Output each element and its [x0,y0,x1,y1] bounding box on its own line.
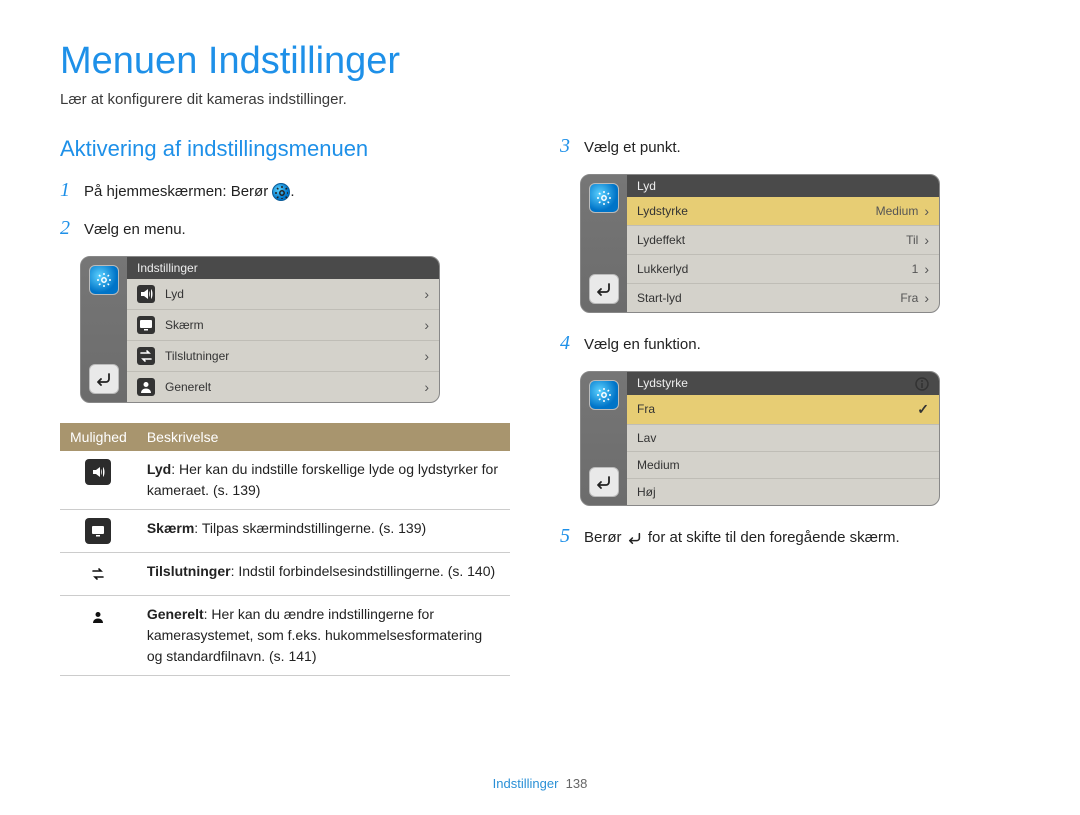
option-value: 1 [912,262,919,276]
option-label: Lukkerlyd [637,262,688,276]
step-3: 3 Vælg et punkt. [560,136,1010,158]
choice-label: Lav [637,431,656,445]
device-back-button[interactable] [589,467,619,497]
step-number: 3 [560,136,574,156]
chevron-icon: › [424,379,429,395]
check-icon: ✓ [917,401,929,418]
step-number: 4 [560,333,574,353]
choice-label: Fra [637,402,655,416]
menu-item-label: Skærm [165,318,204,332]
device-header: Indstillinger [127,257,439,279]
step-number: 2 [60,218,74,238]
step-5-text: Berør for at skifte til den foregående s… [584,527,900,548]
step-4-text: Vælg en funktion. [584,334,701,355]
chevron-icon: › [424,348,429,364]
device-header: Lyd [627,175,939,197]
menu-item-label: Generelt [165,380,211,394]
step-2: 2 Vælg en menu. [60,218,510,240]
device-header: Lydstyrke [627,372,939,395]
chevron-icon: › [924,232,929,248]
device-lyd-menu: Lyd Lydstyrke Medium › Lydeffekt Til › Luk… [580,174,940,313]
step-number: 5 [560,526,574,546]
choice-fra[interactable]: Fra ✓ [627,395,939,425]
info-icon[interactable] [915,376,929,391]
option-lydeffekt[interactable]: Lydeffekt Til › [627,226,939,255]
choice-hoj[interactable]: Høj [627,479,939,505]
step-1-label: På hjemmeskærmen: Berør [84,183,268,200]
device-screen: Lyd Lydstyrke Medium › Lydeffekt Til › Luk… [627,175,939,312]
gear-icon [272,183,290,201]
speaker-icon [85,459,111,485]
option-value: Medium [876,204,919,218]
page-footer: Indstillinger 138 [0,776,1080,791]
option-lukkerlyd[interactable]: Lukkerlyd 1 › [627,255,939,284]
step-3-text: Vælg et punkt. [584,137,681,158]
table-row: Generelt: Her kan du ændre indstillinger… [60,596,510,676]
menu-item-label: Lyd [165,287,184,301]
swap-icon [137,347,155,365]
device-back-button[interactable] [589,274,619,304]
section-title: Aktivering af indstillingsmenuen [60,136,510,162]
choice-medium[interactable]: Medium [627,452,939,479]
monitor-icon [137,316,155,334]
menu-item-skaerm[interactable]: Skærm › [127,310,439,341]
page-subtitle: Lær at konfigurere dit kameras indstilli… [60,91,1020,108]
chevron-icon: › [924,261,929,277]
footer-section: Indstillinger [493,776,559,791]
device-sidebar [581,175,627,312]
chevron-icon: › [424,286,429,302]
option-value: Fra [900,291,918,305]
option-label: Start-lyd [637,291,682,305]
table-row: Skærm: Tilpas skærmindstillingerne. (s. … [60,510,510,553]
device-gear-button[interactable] [589,380,619,410]
step-5: 5 Berør for at skifte til den foregående… [560,526,1010,548]
menu-item-label: Tilslutninger [165,349,229,363]
chevron-icon: › [424,317,429,333]
footer-page-number: 138 [566,776,588,791]
menu-item-lyd[interactable]: Lyd › [127,279,439,310]
menu-item-tilslutninger[interactable]: Tilslutninger › [127,341,439,372]
choice-lav[interactable]: Lav [627,425,939,452]
right-column: 3 Vælg et punkt. Lyd Lydstyrke Medium › L… [560,136,1010,676]
step-1: 1 På hjemmeskærmen: Berør . [60,180,510,202]
chevron-icon: › [924,290,929,306]
option-label: Lydstyrke [637,204,688,218]
option-lydstyrke[interactable]: Lydstyrke Medium › [627,197,939,226]
swap-icon [85,561,111,587]
speaker-icon [137,285,155,303]
left-column: Aktivering af indstillingsmenuen 1 På hj… [60,136,510,676]
monitor-icon [85,518,111,544]
device-sidebar [81,257,127,402]
step-number: 1 [60,180,74,200]
user-icon [137,378,155,396]
option-startlyd[interactable]: Start-lyd Fra › [627,284,939,312]
option-value: Til [906,233,918,247]
table-row: Lyd: Her kan du indstille forskellige ly… [60,451,510,510]
th-description: Beskrivelse [137,423,510,451]
device-screen: Lydstyrke Fra ✓ Lav Medium Høj [627,372,939,505]
device-lydstyrke-options: Lydstyrke Fra ✓ Lav Medium Høj [580,371,940,506]
step-2-text: Vælg en menu. [84,219,186,240]
options-table: Mulighed Beskrivelse Lyd: Her kan du ind… [60,423,510,676]
device-settings-menu: Indstillinger Lyd › Skærm › Tilslutninge… [80,256,440,403]
chevron-icon: › [924,203,929,219]
device-gear-button[interactable] [89,265,119,295]
device-sidebar [581,372,627,505]
menu-item-generelt[interactable]: Generelt › [127,372,439,402]
choice-label: Medium [637,458,680,472]
option-label: Lydeffekt [637,233,685,247]
page-title: Menuen Indstillinger [60,40,1020,83]
th-option: Mulighed [60,423,137,451]
device-gear-button[interactable] [589,183,619,213]
table-row: Tilslutninger: Indstil forbindelsesindst… [60,553,510,596]
choice-label: Høj [637,485,656,499]
step-4: 4 Vælg en funktion. [560,333,1010,355]
user-icon [85,604,111,630]
step-1-text: På hjemmeskærmen: Berør . [84,181,295,202]
device-screen: Indstillinger Lyd › Skærm › Tilslutninge… [127,257,439,402]
return-icon [626,531,644,545]
device-back-button[interactable] [89,364,119,394]
